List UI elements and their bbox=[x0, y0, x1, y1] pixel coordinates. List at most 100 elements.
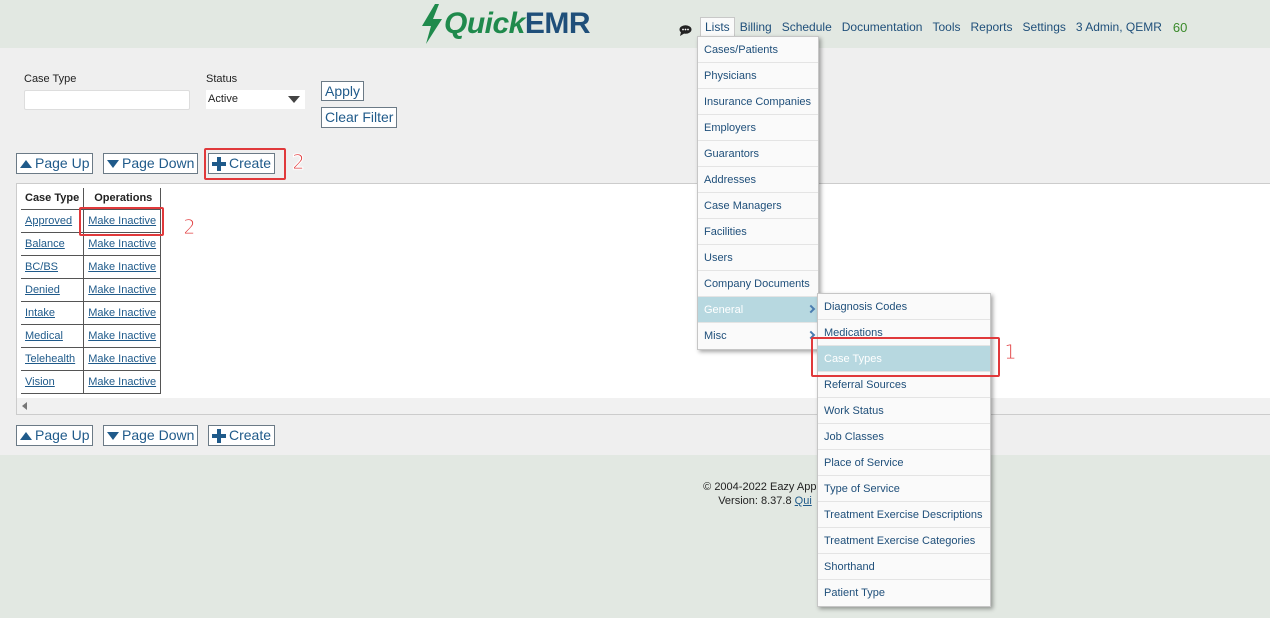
case-type-link[interactable]: Medical bbox=[25, 330, 63, 342]
operations-cell: Make Inactive bbox=[83, 301, 162, 325]
case-type-cell: Balance bbox=[21, 232, 84, 256]
clear-filter-button[interactable]: Clear Filter bbox=[321, 107, 398, 128]
make-inactive-link[interactable]: Make Inactive bbox=[88, 284, 156, 296]
annotation-step-2-create: 2 bbox=[292, 150, 306, 175]
annotation-step-1: 1 bbox=[1004, 340, 1018, 365]
case-type-cell: Denied bbox=[21, 278, 84, 302]
annotation-box-create bbox=[204, 148, 286, 180]
page-down-label: Page Down bbox=[122, 155, 195, 171]
nav-user[interactable]: 3 Admin, QEMR bbox=[1071, 17, 1167, 37]
case-type-link[interactable]: Vision bbox=[25, 376, 55, 388]
lists-menu-item-employers[interactable]: Employers bbox=[698, 115, 818, 141]
menu-item-label: Facilities bbox=[704, 226, 747, 238]
status-filter-label: Status bbox=[206, 73, 238, 85]
lists-menu-item-users[interactable]: Users bbox=[698, 245, 818, 271]
lists-menu: Cases/Patients Physicians Insurance Compan… bbox=[697, 36, 819, 350]
arrow-down-icon bbox=[107, 159, 119, 168]
make-inactive-link[interactable]: Make Inactive bbox=[88, 238, 156, 250]
chat-icon[interactable] bbox=[679, 25, 692, 36]
lists-menu-item-general[interactable]: General bbox=[698, 297, 818, 323]
version-text: Version: 8.37.8 bbox=[718, 495, 795, 507]
lists-menu-item-guarantors[interactable]: Guarantors bbox=[698, 141, 818, 167]
table-row: Medical Make Inactive bbox=[21, 324, 162, 348]
general-menu-item-work-status[interactable]: Work Status bbox=[818, 398, 990, 424]
nav-schedule[interactable]: Schedule bbox=[777, 17, 837, 37]
menu-item-label: Misc bbox=[704, 330, 727, 342]
case-type-filter-input[interactable] bbox=[24, 90, 190, 110]
lists-menu-item-company-documents[interactable]: Company Documents bbox=[698, 271, 818, 297]
nav-reports[interactable]: Reports bbox=[965, 17, 1017, 37]
app-logo[interactable]: QuickEMR bbox=[420, 4, 591, 44]
case-type-link[interactable]: Intake bbox=[25, 307, 55, 319]
nav-billing[interactable]: Billing bbox=[735, 17, 777, 37]
lists-menu-item-cases-patients[interactable]: Cases/Patients bbox=[698, 37, 818, 63]
lists-menu-item-facilities[interactable]: Facilities bbox=[698, 219, 818, 245]
case-type-link[interactable]: Balance bbox=[25, 238, 65, 250]
case-type-link[interactable]: BC/BS bbox=[25, 261, 58, 273]
case-type-cell: Approved bbox=[21, 209, 84, 233]
case-type-cell: Intake bbox=[21, 301, 84, 325]
page-up-label: Page Up bbox=[35, 427, 90, 443]
page-up-button-top[interactable]: Page Up bbox=[16, 153, 94, 174]
make-inactive-link[interactable]: Make Inactive bbox=[88, 261, 156, 273]
case-type-link[interactable]: Approved bbox=[25, 215, 72, 227]
nav-documentation[interactable]: Documentation bbox=[837, 17, 928, 37]
create-button-bottom[interactable]: Create bbox=[208, 425, 276, 446]
scroll-left-icon[interactable] bbox=[22, 402, 27, 410]
page-up-label: Page Up bbox=[35, 155, 90, 171]
column-header-operations: Operations bbox=[83, 188, 162, 210]
case-type-cell: BC/BS bbox=[21, 255, 84, 279]
status-select[interactable]: Active bbox=[206, 90, 305, 109]
arrow-down-icon bbox=[107, 431, 119, 440]
horizontal-scrollbar[interactable] bbox=[17, 398, 1270, 414]
annotation-box-make-inactive bbox=[79, 207, 164, 236]
footer-link[interactable]: Qui bbox=[795, 495, 812, 507]
page-down-label: Page Down bbox=[122, 427, 195, 443]
lists-menu-item-insurance-companies[interactable]: Insurance Companies bbox=[698, 89, 818, 115]
results-panel bbox=[16, 183, 1270, 415]
menu-item-label: Employers bbox=[704, 122, 756, 134]
menu-item-label: Insurance Companies bbox=[704, 96, 812, 108]
logo-text: QuickEMR bbox=[444, 7, 591, 40]
lists-menu-item-physicians[interactable]: Physicians bbox=[698, 63, 818, 89]
bolt-icon bbox=[422, 4, 442, 44]
operations-cell: Make Inactive bbox=[83, 255, 162, 279]
page-up-button-bottom[interactable]: Page Up bbox=[16, 425, 94, 446]
make-inactive-link[interactable]: Make Inactive bbox=[88, 353, 156, 365]
arrow-up-icon bbox=[20, 159, 32, 168]
general-menu-item-type-of-service[interactable]: Type of Service bbox=[818, 476, 990, 502]
general-menu-item-treatment-exercise-categories[interactable]: Treatment Exercise Categories bbox=[818, 528, 990, 554]
general-menu-item-diagnosis-codes[interactable]: Diagnosis Codes bbox=[818, 294, 990, 320]
menu-item-label: Cases/Patients bbox=[704, 44, 778, 56]
case-type-filter-label: Case Type bbox=[24, 73, 77, 85]
nav-lists[interactable]: Lists bbox=[700, 16, 735, 38]
chevron-down-icon bbox=[288, 96, 300, 103]
general-menu-item-treatment-exercise-descriptions[interactable]: Treatment Exercise Descriptions bbox=[818, 502, 990, 528]
session-counter: 60 bbox=[1172, 19, 1188, 35]
top-navigation: Lists Billing Schedule Documentation Too… bbox=[700, 16, 1188, 38]
lists-menu-item-addresses[interactable]: Addresses bbox=[698, 167, 818, 193]
table-row: BC/BS Make Inactive bbox=[21, 255, 162, 279]
apply-button[interactable]: Apply bbox=[321, 81, 365, 101]
nav-tools[interactable]: Tools bbox=[927, 17, 965, 37]
general-menu-item-job-classes[interactable]: Job Classes bbox=[818, 424, 990, 450]
case-type-cell: Vision bbox=[21, 370, 84, 394]
nav-settings[interactable]: Settings bbox=[1018, 17, 1071, 37]
page-down-button-bottom[interactable]: Page Down bbox=[103, 425, 199, 446]
make-inactive-link[interactable]: Make Inactive bbox=[88, 307, 156, 319]
menu-item-label: Guarantors bbox=[704, 148, 760, 160]
lists-menu-item-case-managers[interactable]: Case Managers bbox=[698, 193, 818, 219]
case-type-link[interactable]: Denied bbox=[25, 284, 60, 296]
general-menu-item-patient-type[interactable]: Patient Type bbox=[818, 580, 990, 606]
make-inactive-link[interactable]: Make Inactive bbox=[88, 330, 156, 342]
column-header-case-type: Case Type bbox=[21, 188, 84, 210]
make-inactive-link[interactable]: Make Inactive bbox=[88, 376, 156, 388]
menu-item-label: Users bbox=[704, 252, 733, 264]
lists-menu-item-misc[interactable]: Misc bbox=[698, 323, 818, 349]
menu-item-label: Physicians bbox=[704, 70, 757, 82]
page-down-button-top[interactable]: Page Down bbox=[103, 153, 199, 174]
general-menu-item-place-of-service[interactable]: Place of Service bbox=[818, 450, 990, 476]
general-menu-item-shorthand[interactable]: Shorthand bbox=[818, 554, 990, 580]
chevron-right-icon bbox=[806, 304, 816, 314]
case-type-link[interactable]: Telehealth bbox=[25, 353, 75, 365]
